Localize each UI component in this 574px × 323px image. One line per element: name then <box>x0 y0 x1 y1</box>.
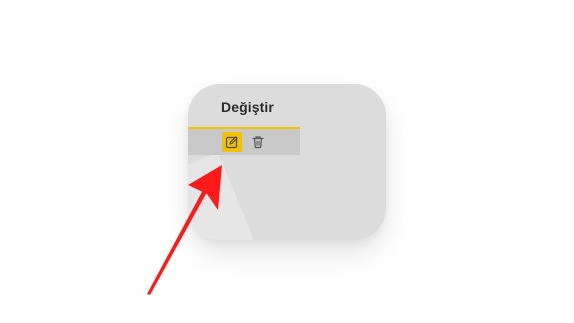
screen: Değiştir <box>0 0 574 323</box>
trash-icon <box>251 135 265 149</box>
edit-button[interactable] <box>222 132 242 152</box>
edit-icon <box>225 135 239 149</box>
card-title: Değiştir <box>221 99 274 115</box>
card-sheen <box>188 153 254 240</box>
action-row <box>188 127 300 155</box>
tooltip-card: Değiştir <box>188 84 386 240</box>
delete-button[interactable] <box>248 132 268 152</box>
